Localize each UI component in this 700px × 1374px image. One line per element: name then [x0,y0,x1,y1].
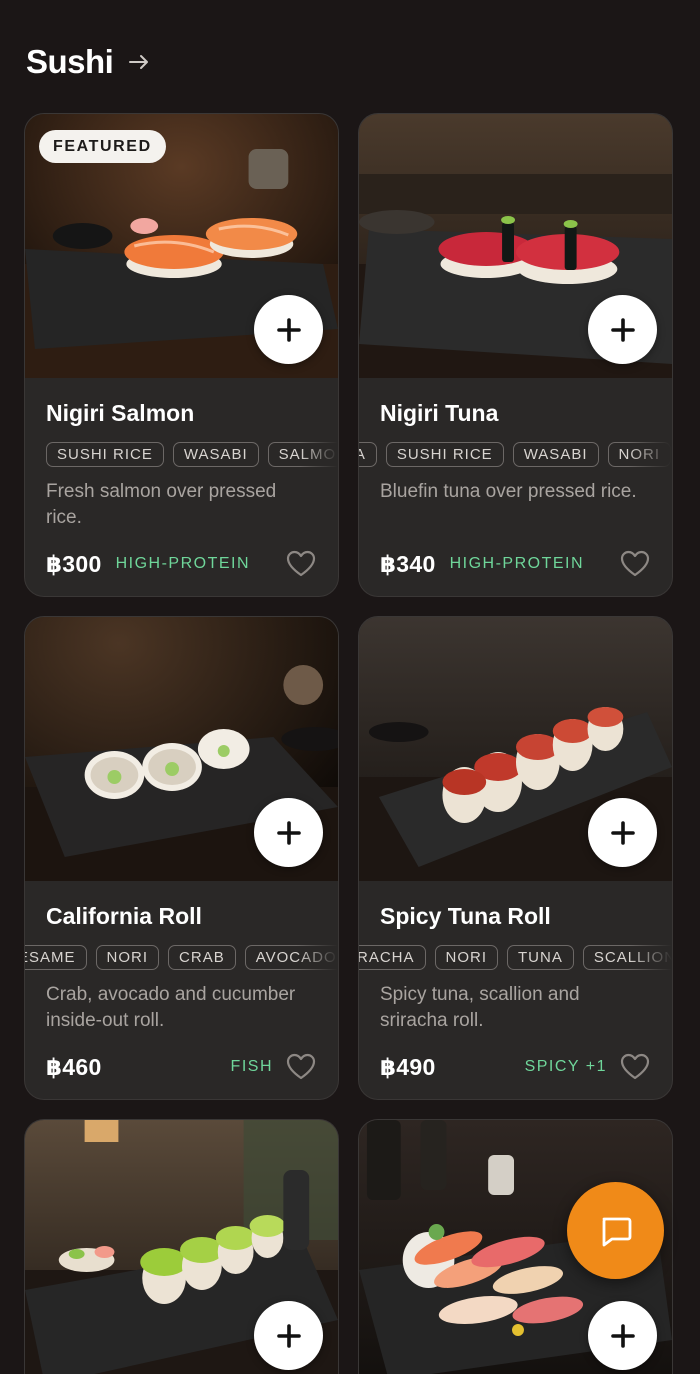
heart-icon[interactable] [285,1051,317,1083]
product-name: Nigiri Tuna [380,400,499,426]
ingredient-tag: CRAB [168,945,236,970]
product-description: Fresh salmon over pressed rice. [46,481,277,528]
ingredient-tag: NORI [607,442,671,467]
diet-label: HIGH-PROTEIN [115,555,251,572]
product-image [359,617,672,881]
ingredient-tag: WASABI [512,442,599,467]
ingredient-tags: TUNA SUSHI RICE WASABI NORI [359,442,672,468]
ingredient-tag: WASABI [172,442,259,467]
section-title: Sushi [26,43,114,80]
add-to-cart-button[interactable] [588,798,657,867]
chat-bubble-icon [602,1217,631,1246]
product-description: Spicy tuna, scallion and sriracha roll. [380,984,580,1031]
featured-badge: FEATURED [39,130,166,163]
heart-icon[interactable] [619,1051,651,1083]
product-card[interactable]: Nigiri Tuna TUNA SUSHI RICE WASABI NORI … [358,113,673,597]
add-to-cart-button[interactable] [588,1301,657,1370]
ingredient-tag: SRIRACHA [359,945,426,970]
product-image: FEATURED [25,114,338,378]
add-to-cart-button[interactable] [254,798,323,867]
product-image [25,1120,338,1374]
product-price: ฿490 [380,1053,436,1080]
add-to-cart-button[interactable] [254,1301,323,1370]
product-name: Spicy Tuna Roll [380,903,551,929]
heart-icon[interactable] [619,548,651,580]
plus-icon [276,1323,301,1348]
diet-label: HIGH-PROTEIN [449,555,585,572]
ingredient-tag: NORI [434,945,499,970]
plus-icon [610,1323,635,1348]
product-image [359,114,672,378]
ingredient-tag: TUNA [359,442,377,467]
section-header[interactable]: Sushi [26,40,151,84]
product-description: Bluefin tuna over pressed rice. [380,481,637,502]
ingredient-tag: SUSHI RICE [46,442,164,467]
ingredient-tag: NORI [95,945,160,970]
ingredient-tag: SCALLION [582,945,672,970]
ingredient-tags: SESAME NORI CRAB AVOCADO [25,945,338,971]
product-card[interactable]: California Roll SESAME NORI CRAB AVOCADO… [24,616,339,1100]
product-description: Crab, avocado and cucumber inside-out ro… [46,984,296,1031]
chat-button[interactable] [567,1182,664,1279]
diet-label: FISH [230,1058,273,1075]
arrow-right-icon[interactable] [127,50,151,74]
product-price: ฿340 [380,550,436,577]
ingredient-tag: SALMON [267,442,338,467]
product-card[interactable]: Spicy Tuna Roll SRIRACHA NORI TUNA SCALL… [358,616,673,1100]
product-image [25,617,338,881]
product-price: ฿300 [46,550,102,577]
plus-icon [610,820,635,845]
product-card[interactable]: FEATURED Nigiri Salmon SUSHI RICE WASABI… [24,113,339,597]
menu-page: Sushi FEATURED Nigiri Salmon SUSHI RICE … [0,0,700,1374]
ingredient-tag: SUSHI RICE [385,442,504,467]
plus-icon [610,317,635,342]
ingredient-tag: SESAME [25,945,87,970]
heart-icon[interactable] [285,548,317,580]
product-price: ฿460 [46,1053,102,1080]
product-name: California Roll [46,903,202,929]
product-name: Nigiri Salmon [46,400,195,426]
ingredient-tag: TUNA [507,945,574,970]
ingredient-tag: AVOCADO [244,945,338,970]
product-card[interactable] [24,1119,339,1374]
plus-icon [276,317,301,342]
add-to-cart-button[interactable] [588,295,657,364]
ingredient-tags: SUSHI RICE WASABI SALMON [25,442,338,468]
add-to-cart-button[interactable] [254,295,323,364]
product-grid: FEATURED Nigiri Salmon SUSHI RICE WASABI… [24,113,673,1374]
diet-label: SPICY +1 [524,1058,607,1075]
ingredient-tags: SRIRACHA NORI TUNA SCALLION [359,945,672,971]
plus-icon [276,820,301,845]
